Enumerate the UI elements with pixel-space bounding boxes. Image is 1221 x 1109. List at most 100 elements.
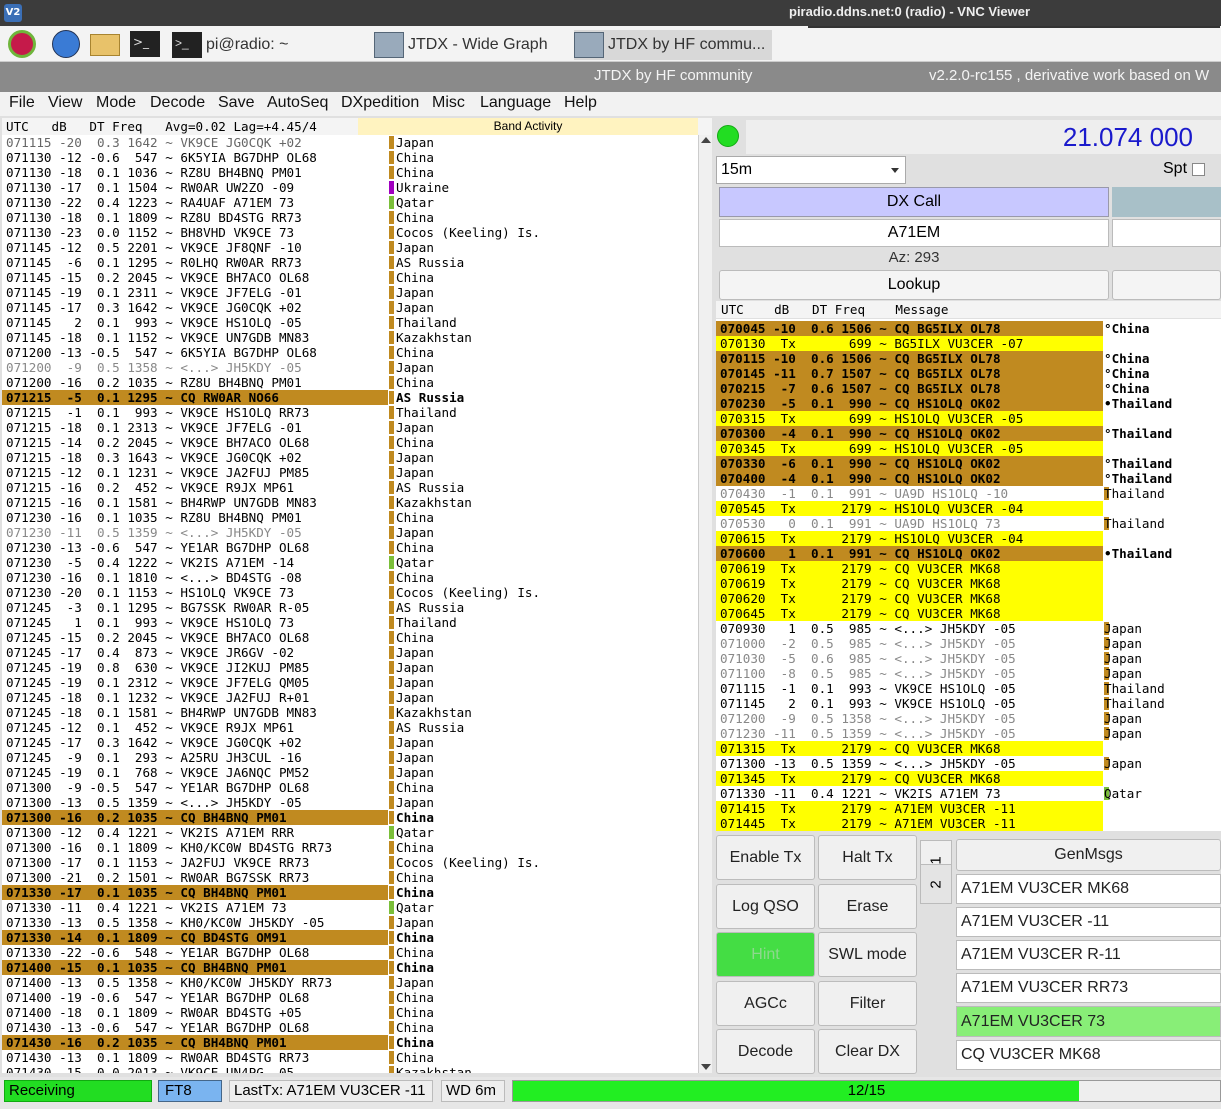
band-row[interactable]: 071215 -14 0.2 2045 ~ VK9CE BH7ACO OL68 C… xyxy=(2,435,698,450)
band-row[interactable]: 071300 -13 0.5 1359 ~ <...> JH5KDY -05 Ja… xyxy=(2,795,698,810)
decode-button[interactable]: Decode xyxy=(716,1029,815,1074)
band-row[interactable]: 071330 -17 0.1 1035 ~ CQ BH4BNQ PM01 Chin… xyxy=(2,885,698,900)
genmsgs-button[interactable]: GenMsgs xyxy=(956,839,1221,871)
band-row[interactable]: 071245 -19 0.1 2312 ~ VK9CE JF7ELG QM05 J… xyxy=(2,675,698,690)
band-row[interactable]: 071230 -11 0.5 1359 ~ <...> JH5KDY -05 Ja… xyxy=(2,525,698,540)
band-row[interactable]: 071245 -18 0.1 1232 ~ VK9CE JA2FUJ R+01 J… xyxy=(2,690,698,705)
band-row[interactable]: 071130 -12 -0.6 547 ~ 6K5YIA BG7DHP OL68… xyxy=(2,150,698,165)
band-row[interactable]: 071200 -13 -0.5 547 ~ 6K5YIA BG7DHP OL68… xyxy=(2,345,698,360)
rx-row[interactable]: 070345 Tx 699 ~ HS1OLQ VU3CER -05 xyxy=(716,441,1221,456)
rx-row[interactable]: 071115 -1 0.1 993 ~ VK9CE HS1OLQ -05 Thai… xyxy=(716,681,1221,696)
band-row[interactable]: 071230 -20 0.1 1153 ~ HS1OLQ VK9CE 73 Coc… xyxy=(2,585,698,600)
band-row[interactable]: 071245 -19 0.1 768 ~ VK9CE JA6NQC PM52 Ja… xyxy=(2,765,698,780)
band-row[interactable]: 071215 -5 0.1 1295 ~ CQ RW0AR NO66 AS Rus… xyxy=(2,390,698,405)
tab-2[interactable]: 2 xyxy=(920,864,952,904)
band-row[interactable]: 071145 -15 0.2 2045 ~ VK9CE BH7ACO OL68 C… xyxy=(2,270,698,285)
band-row[interactable]: 071330 -22 -0.6 548 ~ YE1AR BG7DHP OL68 C… xyxy=(2,945,698,960)
band-row[interactable]: 071230 -5 0.4 1222 ~ VK2IS A71EM -14 Qata… xyxy=(2,555,698,570)
band-row[interactable]: 071200 -16 0.2 1035 ~ RZ8U BH4BNQ PM01 Ch… xyxy=(2,375,698,390)
band-row[interactable]: 071300 -16 0.1 1809 ~ KH0/KC0W BD4STG RR… xyxy=(2,840,698,855)
band-row[interactable]: 071245 -17 0.3 1642 ~ VK9CE JG0CQK +02 Ja… xyxy=(2,735,698,750)
swl-mode-button[interactable]: SWL mode xyxy=(818,932,917,977)
raspberry-icon[interactable] xyxy=(8,30,36,58)
band-row[interactable]: 071145 -19 0.1 2311 ~ VK9CE JF7ELG -01 Ja… xyxy=(2,285,698,300)
agcc-button[interactable]: AGCc xyxy=(716,981,815,1026)
rx-row[interactable]: 070930 1 0.5 985 ~ <...> JH5KDY -05 Japan xyxy=(716,621,1221,636)
band-row[interactable]: 071215 -18 0.1 2313 ~ VK9CE JF7ELG -01 Ja… xyxy=(2,420,698,435)
rx-row[interactable]: 070400 -4 0.1 990 ~ CQ HS1OLQ OK02 °Thail… xyxy=(716,471,1221,486)
rx-row[interactable]: 070145 -11 0.7 1507 ~ CQ BG5ILX OL78 °Chi… xyxy=(716,366,1221,381)
menu-autoseq[interactable]: AutoSeq xyxy=(267,94,328,112)
rx-row[interactable]: 070130 Tx 699 ~ BG5ILX VU3CER -07 xyxy=(716,336,1221,351)
band-row[interactable]: 071300 -21 0.2 1501 ~ RW0AR BG7SSK RR73 C… xyxy=(2,870,698,885)
enable-tx-button[interactable]: Enable Tx xyxy=(716,835,815,880)
dx-grid-button[interactable] xyxy=(1112,187,1221,217)
rx-row[interactable]: 071100 -8 0.5 985 ~ <...> JH5KDY -05 Japa… xyxy=(716,666,1221,681)
band-row[interactable]: 071230 -16 0.1 1035 ~ RZ8U BH4BNQ PM01 Ch… xyxy=(2,510,698,525)
rx-row[interactable]: 071000 -2 0.5 985 ~ <...> JH5KDY -05 Japa… xyxy=(716,636,1221,651)
band-select[interactable]: 15m xyxy=(716,156,906,184)
dx-grid-input[interactable] xyxy=(1112,219,1221,247)
band-row[interactable]: 071430 -15 -0.0 2013 ~ VK9CE UN4PG -05 Ka… xyxy=(2,1065,698,1073)
band-row[interactable]: 071215 -16 0.2 452 ~ VK9CE R9JX MP61 AS R… xyxy=(2,480,698,495)
scroll-down-icon[interactable] xyxy=(701,1064,711,1070)
tx1-message[interactable]: A71EM VU3CER MK68 xyxy=(956,874,1221,904)
menu-misc[interactable]: Misc xyxy=(432,94,465,112)
band-row[interactable]: 071145 2 0.1 993 ~ VK9CE HS1OLQ -05 Thail… xyxy=(2,315,698,330)
scroll-up-icon[interactable] xyxy=(701,137,711,143)
band-row[interactable]: 071245 -3 0.1 1295 ~ BG7SSK RW0AR R-05 AS… xyxy=(2,600,698,615)
band-row[interactable]: 071145 -18 0.1 1152 ~ VK9CE UN7GDB MN83 K… xyxy=(2,330,698,345)
taskbar-jtdx[interactable]: JTDX by HF commu... xyxy=(574,30,772,60)
band-row[interactable]: 071230 -13 -0.6 547 ~ YE1AR BG7DHP OL68 C… xyxy=(2,540,698,555)
menu-save[interactable]: Save xyxy=(218,94,254,112)
rx-row[interactable]: 071145 2 0.1 993 ~ VK9CE HS1OLQ -05 Thail… xyxy=(716,696,1221,711)
band-row[interactable]: 071300 -17 0.1 1153 ~ JA2FUJ VK9CE RR73 C… xyxy=(2,855,698,870)
band-row[interactable]: 071130 -22 0.4 1223 ~ RA4UAF A71EM 73 Qat… xyxy=(2,195,698,210)
folder-icon[interactable] xyxy=(90,34,120,56)
rx-row[interactable]: 070619 Tx 2179 ~ CQ VU3CER MK68 xyxy=(716,561,1221,576)
band-row[interactable]: 071245 -18 0.1 1581 ~ BH4RWP UN7GDB MN83… xyxy=(2,705,698,720)
dx-call-input[interactable]: A71EM xyxy=(719,219,1109,247)
erase-button[interactable]: Erase xyxy=(818,884,917,929)
rx-row[interactable]: 071445 Tx 2179 ~ A71EM VU3CER -11 xyxy=(716,816,1221,831)
band-row[interactable]: 071300 -12 0.4 1221 ~ VK2IS A71EM RRR Qat… xyxy=(2,825,698,840)
band-row[interactable]: 071130 -18 0.1 1809 ~ RZ8U BD4STG RR73 Ch… xyxy=(2,210,698,225)
menu-view[interactable]: View xyxy=(48,94,82,112)
hint-button[interactable]: Hint xyxy=(716,932,815,977)
tx6-message[interactable]: CQ VU3CER MK68 xyxy=(956,1040,1221,1070)
tx5-message[interactable]: A71EM VU3CER 73 xyxy=(956,1006,1221,1037)
band-row[interactable]: 071200 -9 0.5 1358 ~ <...> JH5KDY -05 Jap… xyxy=(2,360,698,375)
rx-row[interactable]: 071230 -11 0.5 1359 ~ <...> JH5KDY -05 Ja… xyxy=(716,726,1221,741)
tx3-message[interactable]: A71EM VU3CER R-11 xyxy=(956,940,1221,970)
spt-checkbox[interactable] xyxy=(1192,163,1205,176)
band-row[interactable]: 071145 -17 0.3 1642 ~ VK9CE JG0CQK +02 Ja… xyxy=(2,300,698,315)
rx-row[interactable]: 070600 1 0.1 991 ~ CQ HS1OLQ OK02 •Thaila… xyxy=(716,546,1221,561)
rx-row[interactable]: 070530 0 0.1 991 ~ UA9D HS1OLQ 73 Thailan… xyxy=(716,516,1221,531)
lookup-button[interactable]: Lookup xyxy=(719,270,1109,300)
band-row[interactable]: 071430 -16 0.2 1035 ~ CQ BH4BNQ PM01 Chin… xyxy=(2,1035,698,1050)
rx-row[interactable]: 070620 Tx 2179 ~ CQ VU3CER MK68 xyxy=(716,591,1221,606)
rx-row[interactable]: 071030 -5 0.6 985 ~ <...> JH5KDY -05 Japa… xyxy=(716,651,1221,666)
clear-dx-button[interactable]: Clear DX xyxy=(818,1029,917,1074)
band-row[interactable]: 071430 -13 -0.6 547 ~ YE1AR BG7DHP OL68 C… xyxy=(2,1020,698,1035)
rx-row[interactable]: 070115 -10 0.6 1506 ~ CQ BG5ILX OL78 °Chi… xyxy=(716,351,1221,366)
menu-help[interactable]: Help xyxy=(564,94,597,112)
menu-file[interactable]: File xyxy=(9,94,35,112)
rx-row[interactable]: 070615 Tx 2179 ~ HS1OLQ VU3CER -04 xyxy=(716,531,1221,546)
band-row[interactable]: 071400 -13 0.5 1358 ~ KH0/KC0W JH5KDY RR… xyxy=(2,975,698,990)
band-row[interactable]: 071330 -13 0.5 1358 ~ KH0/KC0W JH5KDY -0… xyxy=(2,915,698,930)
band-row[interactable]: 071245 -15 0.2 2045 ~ VK9CE BH7ACO OL68 C… xyxy=(2,630,698,645)
band-activity-scrollbar[interactable] xyxy=(698,135,712,1073)
rx-row[interactable]: 070230 -5 0.1 990 ~ CQ HS1OLQ OK02 •Thail… xyxy=(716,396,1221,411)
add-button[interactable] xyxy=(1112,270,1221,300)
band-row[interactable]: 071215 -1 0.1 993 ~ VK9CE HS1OLQ RR73 Tha… xyxy=(2,405,698,420)
rx-row[interactable]: 070045 -10 0.6 1506 ~ CQ BG5ILX OL78 °Chi… xyxy=(716,321,1221,336)
band-row[interactable]: 071430 -13 0.1 1809 ~ RW0AR BD4STG RR73 C… xyxy=(2,1050,698,1065)
rx-frequency-list[interactable]: 070045 -10 0.6 1506 ~ CQ BG5ILX OL78 °Chi… xyxy=(716,319,1221,831)
menu-mode[interactable]: Mode xyxy=(96,94,136,112)
band-row[interactable]: 071245 -19 0.8 630 ~ VK9CE JI2KUJ PM85 Ja… xyxy=(2,660,698,675)
band-row[interactable]: 071145 -12 0.5 2201 ~ VK9CE JF8QNF -10 Ja… xyxy=(2,240,698,255)
band-row[interactable]: 071400 -15 0.1 1035 ~ CQ BH4BNQ PM01 Chin… xyxy=(2,960,698,975)
band-row[interactable]: 071300 -16 0.2 1035 ~ CQ BH4BNQ PM01 Chin… xyxy=(2,810,698,825)
band-row[interactable]: 071130 -23 0.0 1152 ~ BH8VHD VK9CE 73 Coc… xyxy=(2,225,698,240)
